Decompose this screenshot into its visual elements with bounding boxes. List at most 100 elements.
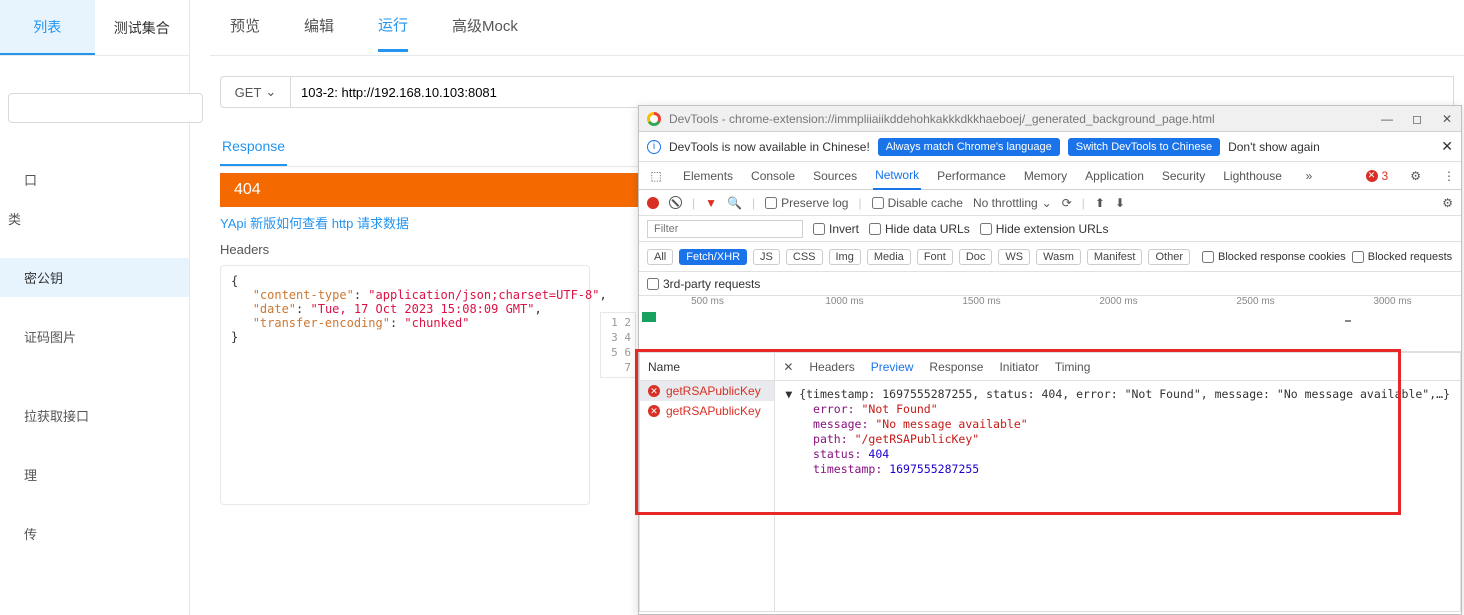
- blocked-cookies-checkbox[interactable]: Blocked response cookies: [1202, 251, 1346, 263]
- sidebar-tab-collection[interactable]: 测试集合: [95, 0, 190, 55]
- devtools-window: DevTools - chrome-extension://immpliiaii…: [638, 105, 1462, 615]
- type-css[interactable]: CSS: [786, 249, 823, 265]
- tab-elements[interactable]: Elements: [681, 163, 735, 189]
- network-timeline[interactable]: 500 ms 1000 ms 1500 ms 2000 ms 2500 ms 3…: [639, 296, 1461, 352]
- devtools-titlebar: DevTools - chrome-extension://immpliiaii…: [639, 106, 1461, 132]
- type-all[interactable]: All: [647, 249, 673, 265]
- detail-close-icon[interactable]: ✕: [783, 360, 793, 374]
- tab-mock[interactable]: 高级Mock: [452, 15, 518, 50]
- type-fetch-xhr[interactable]: Fetch/XHR: [679, 249, 747, 265]
- invert-checkbox[interactable]: Invert: [813, 222, 859, 236]
- tab-memory[interactable]: Memory: [1022, 163, 1069, 189]
- preserve-log-checkbox[interactable]: Preserve log: [765, 196, 848, 210]
- tab-sources[interactable]: Sources: [811, 163, 859, 189]
- search-icon[interactable]: 🔍: [727, 196, 742, 210]
- sidebar-item-6[interactable]: [0, 356, 189, 376]
- more-tabs-icon[interactable]: »: [1298, 169, 1320, 183]
- inspect-icon[interactable]: ⬚: [645, 169, 667, 183]
- type-js[interactable]: JS: [753, 249, 780, 265]
- detail-tab-response[interactable]: Response: [929, 360, 983, 374]
- hide-data-urls-checkbox[interactable]: Hide data URLs: [869, 222, 970, 236]
- type-img[interactable]: Img: [829, 249, 861, 265]
- type-manifest[interactable]: Manifest: [1087, 249, 1143, 265]
- upload-icon[interactable]: ⬆: [1095, 196, 1105, 210]
- tl-3000: 3000 ms: [1324, 296, 1461, 307]
- third-party-checkbox[interactable]: 3rd-party requests: [647, 277, 760, 291]
- sidebar-item-3[interactable]: 密公钥: [0, 258, 189, 297]
- tab-console[interactable]: Console: [749, 163, 797, 189]
- method-select[interactable]: GET ⌄: [220, 76, 290, 108]
- tab-edit[interactable]: 编辑: [304, 15, 334, 50]
- switch-chinese-button[interactable]: Switch DevTools to Chinese: [1068, 138, 1220, 156]
- tab-performance[interactable]: Performance: [935, 163, 1008, 189]
- tl-500: 500 ms: [639, 296, 776, 307]
- request-row-1[interactable]: ✕ getRSAPublicKey: [640, 401, 774, 421]
- error-icon: ✕: [648, 385, 660, 397]
- sidebar-item-2[interactable]: [0, 238, 189, 258]
- detail-tab-headers[interactable]: Headers: [809, 360, 854, 374]
- sidebar-item-0[interactable]: 口: [0, 160, 189, 199]
- close-button[interactable]: ✕: [1441, 112, 1453, 126]
- download-icon[interactable]: ⬇: [1115, 196, 1125, 210]
- timeline-marker-2: [1345, 320, 1351, 322]
- hide-ext-urls-checkbox[interactable]: Hide extension URLs: [980, 222, 1109, 236]
- sidebar-tab-list[interactable]: 列表: [0, 0, 95, 55]
- detail-tab-timing[interactable]: Timing: [1055, 360, 1091, 374]
- chrome-icon: [647, 112, 661, 126]
- url-input[interactable]: [290, 76, 1454, 108]
- preview-json: ▼ {timestamp: 1697555287255, status: 404…: [775, 381, 1460, 611]
- tab-application[interactable]: Application: [1083, 163, 1146, 189]
- error-badge[interactable]: ✕3: [1366, 169, 1389, 183]
- chevron-down-icon: ⌄: [265, 84, 276, 100]
- tab-network[interactable]: Network: [873, 162, 921, 190]
- timeline-marker-1: [642, 312, 656, 322]
- tab-security[interactable]: Security: [1160, 163, 1207, 189]
- sidebar-item-7[interactable]: [0, 376, 189, 396]
- network-gear-icon[interactable]: ⚙: [1442, 196, 1453, 210]
- sidebar-item-1[interactable]: 类: [0, 199, 189, 238]
- gear-icon[interactable]: ⚙: [1410, 169, 1421, 183]
- request-row-0[interactable]: ✕ getRSAPublicKey: [640, 381, 774, 401]
- sidebar-search-input[interactable]: [8, 93, 203, 123]
- clear-button[interactable]: [669, 196, 682, 209]
- sidebar: 列表 测试集合 添加分类 口 类 密公钥 证码图片 拉获取接口 理 传: [0, 0, 190, 615]
- blocked-requests-checkbox[interactable]: Blocked requests: [1352, 251, 1452, 263]
- sidebar-item-12[interactable]: 传: [0, 514, 189, 553]
- headers-json: { "content-type": "application/json;char…: [220, 265, 590, 505]
- detail-tab-preview[interactable]: Preview: [871, 360, 914, 374]
- tab-run[interactable]: 运行: [378, 14, 408, 52]
- error-icon: ✕: [648, 405, 660, 417]
- minimize-button[interactable]: —: [1381, 112, 1393, 126]
- type-other[interactable]: Other: [1148, 249, 1190, 265]
- tab-lighthouse[interactable]: Lighthouse: [1221, 163, 1284, 189]
- sidebar-item-8[interactable]: 拉获取接口: [0, 396, 189, 435]
- filter-icon[interactable]: ▼: [705, 196, 717, 210]
- type-wasm[interactable]: Wasm: [1036, 249, 1081, 265]
- maximize-button[interactable]: ◻: [1411, 112, 1423, 126]
- type-font[interactable]: Font: [917, 249, 953, 265]
- sidebar-item-5[interactable]: 证码图片: [0, 317, 189, 356]
- disable-cache-checkbox[interactable]: Disable cache: [872, 196, 963, 210]
- headers-label: Headers: [220, 242, 269, 257]
- dont-show-link[interactable]: Don't show again: [1228, 140, 1320, 154]
- sidebar-item-4[interactable]: [0, 297, 189, 317]
- type-media[interactable]: Media: [867, 249, 911, 265]
- sidebar-item-11[interactable]: [0, 494, 189, 514]
- network-filter-input[interactable]: [647, 220, 803, 238]
- lang-close-icon[interactable]: ✕: [1441, 138, 1453, 155]
- record-button[interactable]: [647, 197, 659, 209]
- method-value: GET: [235, 85, 262, 100]
- always-match-button[interactable]: Always match Chrome's language: [878, 138, 1060, 156]
- kebab-icon[interactable]: ⋮: [1443, 169, 1455, 183]
- sidebar-item-9[interactable]: [0, 435, 189, 455]
- type-doc[interactable]: Doc: [959, 249, 993, 265]
- response-tab[interactable]: Response: [220, 128, 287, 166]
- request-list: Name ✕ getRSAPublicKey ✕ getRSAPublicKey: [640, 353, 775, 611]
- network-conditions-icon[interactable]: ⟳: [1062, 196, 1072, 210]
- detail-tab-initiator[interactable]: Initiator: [999, 360, 1038, 374]
- sidebar-item-10[interactable]: 理: [0, 455, 189, 494]
- throttle-select[interactable]: No throttling ⌄: [973, 196, 1052, 210]
- tl-2000: 2000 ms: [1050, 296, 1187, 307]
- tab-preview[interactable]: 预览: [230, 15, 260, 50]
- type-ws[interactable]: WS: [998, 249, 1030, 265]
